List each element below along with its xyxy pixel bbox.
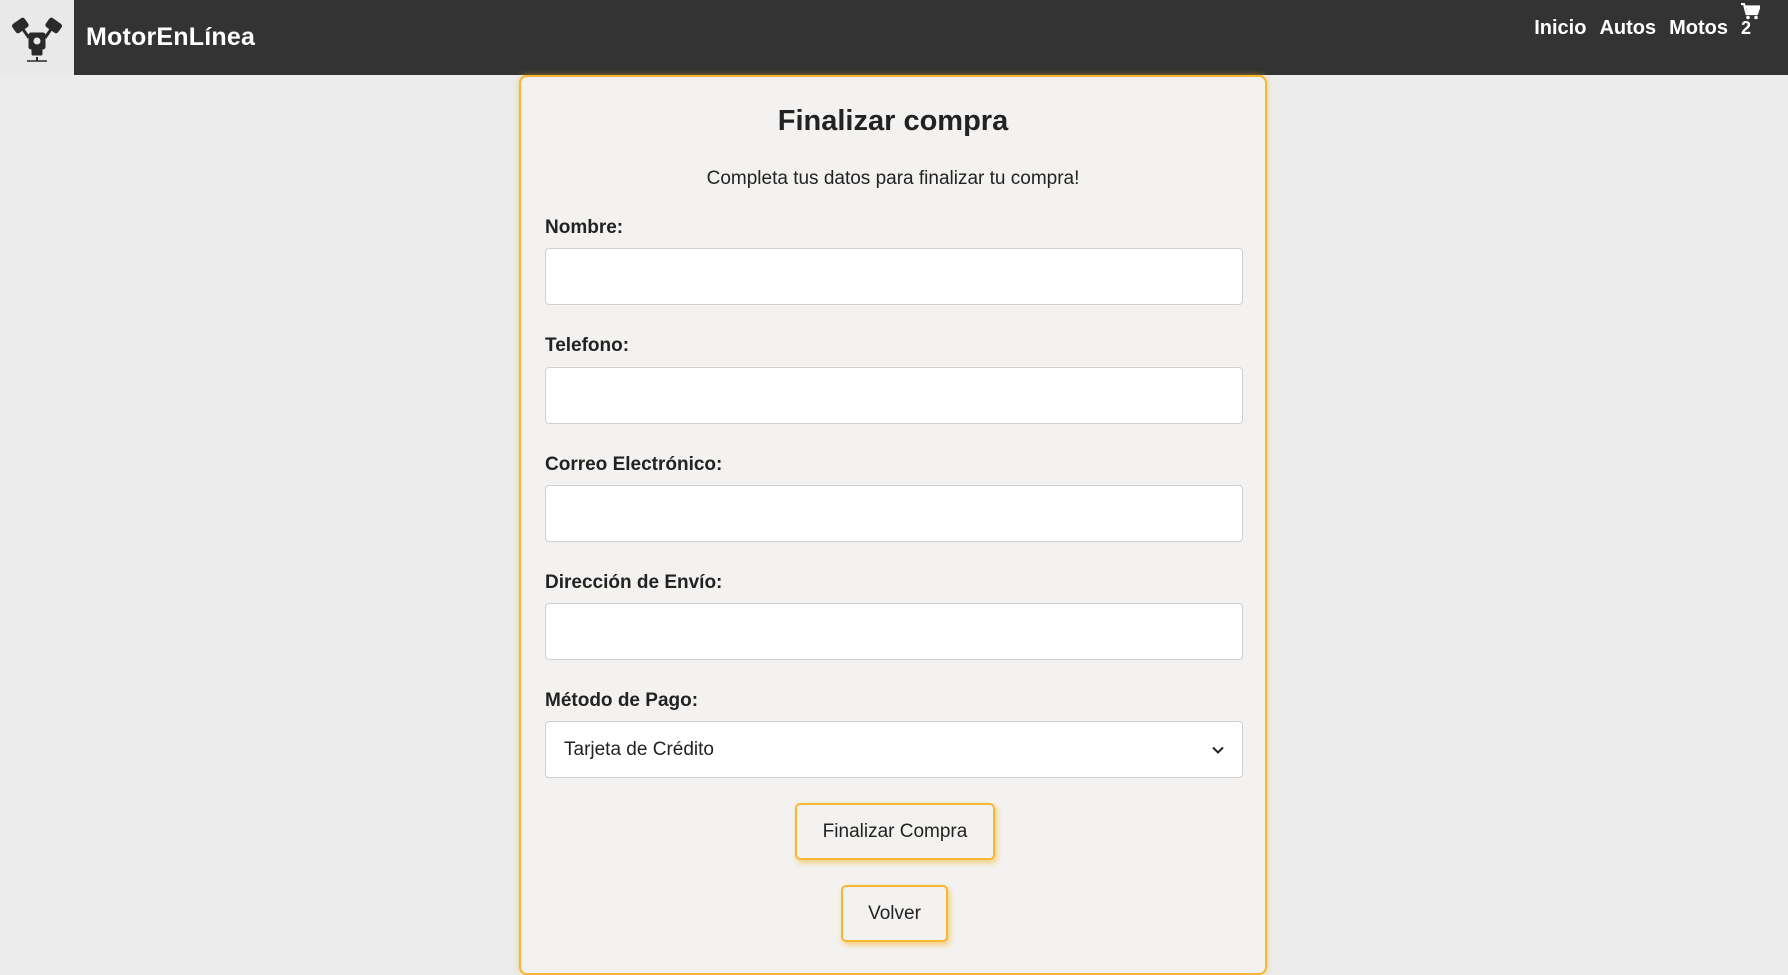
- correo-input[interactable]: [545, 485, 1243, 542]
- cart-button[interactable]: 2: [1741, 3, 1760, 39]
- page-subtitle: Completa tus datos para finalizar tu com…: [706, 168, 1080, 189]
- direccion-label: Dirección de Envío:: [545, 572, 723, 593]
- direccion-input[interactable]: [545, 603, 1243, 660]
- volver-button[interactable]: Volver: [841, 885, 948, 942]
- nav-link-motos[interactable]: Motos: [1669, 17, 1728, 40]
- nombre-input[interactable]: [545, 248, 1243, 305]
- nav-link-autos[interactable]: Autos: [1599, 17, 1656, 40]
- checkout-card: Finalizar compra Completa tus datos para…: [519, 75, 1267, 975]
- main-nav: Inicio Autos Motos 2: [1521, 0, 1760, 75]
- nombre-label: Nombre:: [545, 217, 624, 238]
- top-navbar: MotorEnLínea Inicio Autos Motos 2: [0, 0, 1788, 75]
- metodo-pago-select[interactable]: Tarjeta de Crédito: [545, 721, 1243, 778]
- chevron-down-icon: [1212, 746, 1224, 754]
- telefono-input[interactable]: [545, 367, 1243, 424]
- page-title: Finalizar compra: [777, 105, 1009, 137]
- correo-label: Correo Electrónico:: [545, 454, 723, 475]
- nav-link-inicio[interactable]: Inicio: [1534, 17, 1586, 40]
- telefono-label: Telefono:: [545, 335, 630, 356]
- metodo-pago-label: Método de Pago:: [545, 690, 699, 711]
- engine-pistons-icon: [11, 17, 63, 62]
- cart-count-badge: 2: [1741, 18, 1752, 38]
- brand-name[interactable]: MotorEnLínea: [86, 23, 255, 52]
- metodo-pago-selected-value: Tarjeta de Crédito: [564, 738, 714, 760]
- logo[interactable]: [0, 0, 74, 75]
- finalizar-compra-button[interactable]: Finalizar Compra: [795, 803, 995, 860]
